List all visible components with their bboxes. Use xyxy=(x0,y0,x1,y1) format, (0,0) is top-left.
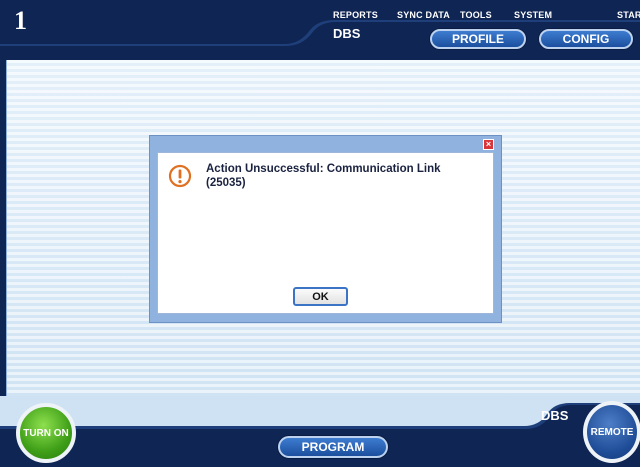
menu-tools[interactable]: TOOLS xyxy=(460,10,492,20)
remote-button[interactable]: REMOTE xyxy=(583,401,640,463)
close-icon[interactable]: × xyxy=(483,139,494,150)
program-button[interactable]: PROGRAM xyxy=(278,436,388,458)
mode-label-top: DBS xyxy=(333,26,361,41)
top-bar: 1 REPORTS SYNC DATA TOOLS SYSTEM STAR DB… xyxy=(0,0,640,58)
dialog-error-code: (25035) xyxy=(206,177,246,189)
dialog-message: Action Unsuccessful: Communication Link xyxy=(206,163,441,175)
alert-dialog: × Action Unsuccessful: Communication Lin… xyxy=(149,135,502,323)
turn-on-button[interactable]: TURN ON xyxy=(16,403,76,463)
config-button[interactable]: CONFIG xyxy=(539,29,633,49)
mode-label-bottom: DBS xyxy=(541,408,569,423)
menu-system[interactable]: SYSTEM xyxy=(514,10,552,20)
menu-start[interactable]: STAR xyxy=(617,10,640,20)
menu-sync-data[interactable]: SYNC DATA xyxy=(397,10,450,20)
dialog-body: Action Unsuccessful: Communication Link … xyxy=(157,152,494,314)
warning-circle-icon xyxy=(168,164,192,188)
ok-button[interactable]: OK xyxy=(293,287,348,306)
profile-button[interactable]: PROFILE xyxy=(430,29,526,49)
screen-number: 1 xyxy=(14,6,27,35)
menu-reports[interactable]: REPORTS xyxy=(333,10,378,20)
